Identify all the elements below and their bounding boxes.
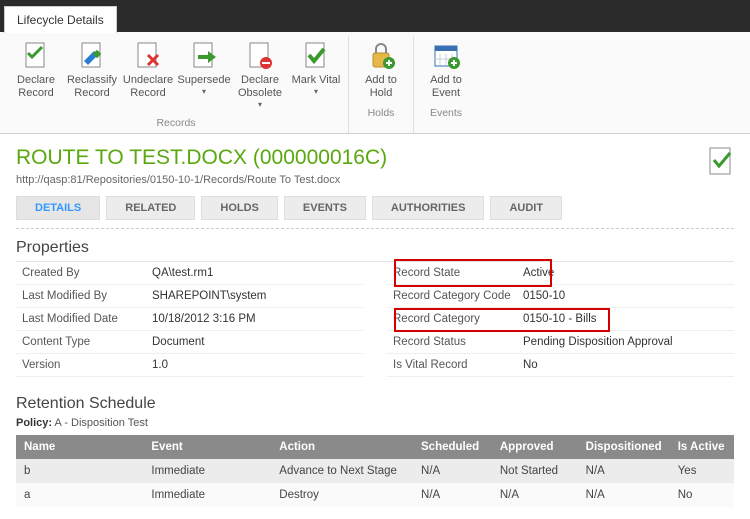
ribbon-group-records: Declare Record Reclassify Record Undecla… bbox=[4, 36, 349, 133]
window-titlebar: Lifecycle Details bbox=[0, 0, 750, 32]
declare-obsolete-button[interactable]: Declare Obsolete ▾ bbox=[232, 36, 288, 114]
ribbon-label: Undeclare Record bbox=[122, 74, 174, 100]
ribbon-label: Declare Obsolete bbox=[234, 74, 286, 100]
subtabs: DETAILS RELATED HOLDS EVENTS AUTHORITIES… bbox=[16, 196, 734, 220]
prop-content-type: Content TypeDocument bbox=[16, 331, 363, 354]
properties-grid: Created ByQA\test.rm1 Last Modified BySH… bbox=[16, 261, 734, 377]
properties-left: Created ByQA\test.rm1 Last Modified BySH… bbox=[16, 262, 363, 377]
ribbon-group-label: Events bbox=[430, 104, 462, 121]
ribbon-label: Supersede bbox=[177, 74, 230, 87]
chevron-down-icon: ▾ bbox=[202, 87, 206, 97]
tab-related[interactable]: RELATED bbox=[106, 196, 195, 220]
tab-events[interactable]: EVENTS bbox=[284, 196, 366, 220]
col-dispositioned: Dispositioned bbox=[578, 435, 670, 459]
properties-heading: Properties bbox=[16, 239, 734, 257]
spacer bbox=[363, 262, 387, 377]
prop-record-category: Record Category0150-10 - Bills bbox=[387, 308, 734, 331]
reclassify-record-button[interactable]: Reclassify Record bbox=[64, 36, 120, 114]
undeclare-record-button[interactable]: Undeclare Record bbox=[120, 36, 176, 114]
divider bbox=[16, 228, 734, 229]
prop-last-modified-by: Last Modified BySHAREPOINT\system bbox=[16, 285, 363, 308]
retention-table: Name Event Action Scheduled Approved Dis… bbox=[16, 435, 734, 507]
document-check-icon bbox=[20, 40, 52, 72]
ribbon-group-events: Add to Event Events bbox=[414, 36, 478, 133]
chevron-down-icon: ▾ bbox=[258, 100, 262, 110]
ribbon: Declare Record Reclassify Record Undecla… bbox=[0, 32, 750, 134]
retention-heading: Retention Schedule bbox=[16, 395, 734, 413]
table-row[interactable]: b Immediate Advance to Next Stage N/A No… bbox=[16, 459, 734, 483]
ribbon-label: Declare Record bbox=[10, 74, 62, 100]
declare-record-button[interactable]: Declare Record bbox=[8, 36, 64, 114]
tab-authorities[interactable]: AUTHORITIES bbox=[372, 196, 485, 220]
add-to-hold-button[interactable]: Add to Hold bbox=[353, 36, 409, 104]
document-check-green-icon bbox=[300, 40, 332, 72]
ribbon-label: Add to Event bbox=[420, 74, 472, 100]
tab-label: Lifecycle Details bbox=[17, 13, 104, 27]
prop-created-by: Created ByQA\test.rm1 bbox=[16, 262, 363, 285]
tab-audit[interactable]: AUDIT bbox=[490, 196, 562, 220]
page-title: ROUTE TO TEST.DOCX (000000016C) bbox=[16, 146, 387, 170]
supersede-button[interactable]: Supersede ▾ bbox=[176, 36, 232, 114]
add-to-event-button[interactable]: Add to Event bbox=[418, 36, 474, 104]
prop-record-state: Record StateActive bbox=[387, 262, 734, 285]
col-action: Action bbox=[271, 435, 413, 459]
col-approved: Approved bbox=[492, 435, 578, 459]
ribbon-group-label: Holds bbox=[368, 104, 395, 121]
ribbon-label: Add to Hold bbox=[355, 74, 407, 100]
col-is-active: Is Active bbox=[670, 435, 734, 459]
lock-plus-icon bbox=[365, 40, 397, 72]
calendar-plus-icon bbox=[430, 40, 462, 72]
prop-version: Version1.0 bbox=[16, 354, 363, 377]
tab-lifecycle-details[interactable]: Lifecycle Details bbox=[4, 6, 117, 33]
policy-value: A - Disposition Test bbox=[55, 417, 148, 429]
table-header-row: Name Event Action Scheduled Approved Dis… bbox=[16, 435, 734, 459]
table-row[interactable]: a Immediate Destroy N/A N/A N/A No bbox=[16, 483, 734, 507]
document-check-icon bbox=[708, 146, 734, 176]
ribbon-label: Mark Vital bbox=[292, 74, 341, 87]
ribbon-label: Reclassify Record bbox=[66, 74, 118, 100]
mark-vital-button[interactable]: Mark Vital ▾ bbox=[288, 36, 344, 114]
document-arrow-icon bbox=[188, 40, 220, 72]
prop-record-category-code: Record Category Code0150-10 bbox=[387, 285, 734, 308]
properties-right: Record StateActive Record Category Code0… bbox=[387, 262, 734, 377]
document-minus-icon bbox=[244, 40, 276, 72]
chevron-down-icon: ▾ bbox=[314, 87, 318, 97]
document-x-icon bbox=[132, 40, 164, 72]
col-name: Name bbox=[16, 435, 143, 459]
ribbon-group-label: Records bbox=[156, 114, 195, 131]
policy-label: Policy: bbox=[16, 417, 52, 429]
tab-details[interactable]: DETAILS bbox=[16, 196, 100, 220]
prop-last-modified-date: Last Modified Date10/18/2012 3:16 PM bbox=[16, 308, 363, 331]
ribbon-group-holds: Add to Hold Holds bbox=[349, 36, 414, 133]
retention-policy: Policy: A - Disposition Test bbox=[16, 417, 734, 429]
col-scheduled: Scheduled bbox=[413, 435, 492, 459]
tab-holds[interactable]: HOLDS bbox=[201, 196, 278, 220]
document-path: http://qasp:81/Repositories/0150-10-1/Re… bbox=[16, 174, 387, 186]
col-event: Event bbox=[143, 435, 271, 459]
prop-is-vital-record: Is Vital RecordNo bbox=[387, 354, 734, 377]
prop-record-status: Record StatusPending Disposition Approva… bbox=[387, 331, 734, 354]
document-reclassify-icon bbox=[76, 40, 108, 72]
